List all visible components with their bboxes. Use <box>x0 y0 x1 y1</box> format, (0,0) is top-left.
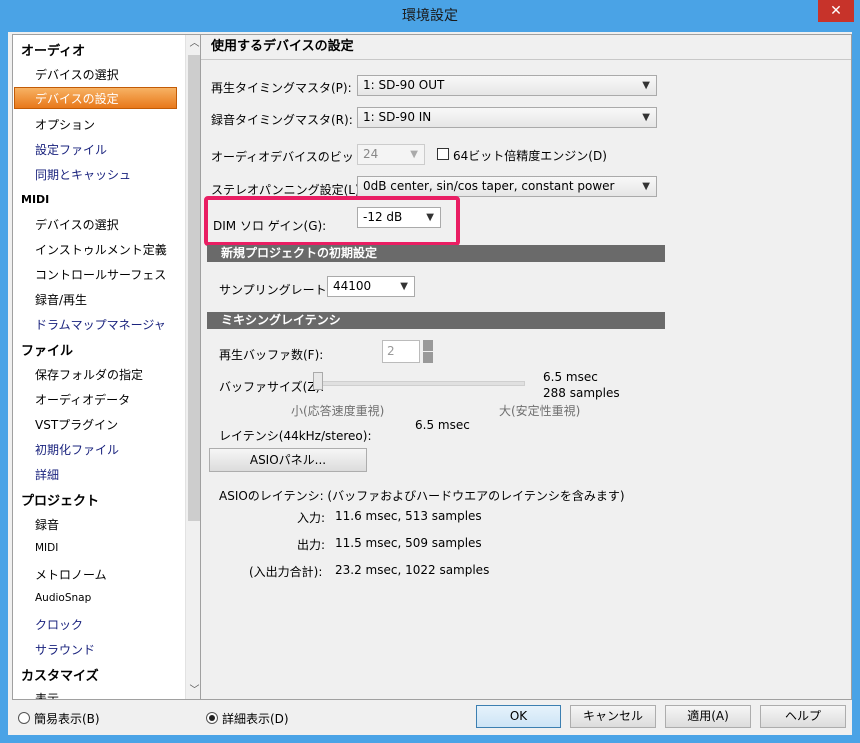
new-project-header-text: 新規プロジェクトの初期設定 <box>221 246 378 260</box>
cancel-button[interactable]: キャンセル <box>570 705 656 728</box>
sidebar-item-vst-plugins[interactable]: VSTプラグイン <box>35 416 118 433</box>
simple-view-radio[interactable] <box>18 712 30 724</box>
dim-solo-value: -12 dB <box>363 210 403 224</box>
section-title: 使用するデバイスの設定 <box>201 35 851 60</box>
apply-button[interactable]: 適用(A) <box>665 705 751 728</box>
slider-min-label: 小(応答速度重視) <box>291 404 385 418</box>
asio-panel-button[interactable]: ASIOパネル... <box>209 448 367 472</box>
latency-label: レイテンシ(44kHz/stereo): <box>219 429 372 443</box>
asio-output-label: 出力: <box>297 538 326 552</box>
section-title-text: 使用するデバイスの設定 <box>211 39 354 54</box>
record-master-label: 録音タイミングマスタ(R): <box>211 113 353 127</box>
buffers-input[interactable]: 2 <box>382 340 420 363</box>
sidebar-item-recording[interactable]: 録音 <box>35 516 59 533</box>
close-button[interactable]: ✕ <box>818 0 854 22</box>
sidebar-item-display[interactable]: 表示 <box>35 690 59 699</box>
scroll-thumb[interactable] <box>188 55 200 521</box>
group-midi[interactable]: MIDI <box>21 193 49 206</box>
preferences-window: 環境設定 ✕ オーディオ デバイスの選択 デバイスの設定 オプション 設定ファイ… <box>0 0 860 743</box>
detail-view-radio[interactable] <box>206 712 218 724</box>
help-button[interactable]: ヘルプ <box>760 705 846 728</box>
sidebar-item-project-midi[interactable]: MIDI <box>35 542 58 554</box>
sidebar-item-sync-cache[interactable]: 同期とキャッシュ <box>35 166 131 183</box>
sidebar-item-instrument-definitions[interactable]: インストゥルメント定義 <box>35 241 167 258</box>
dim-solo-label: DIM ソロ ゲイン(G): <box>213 219 327 233</box>
sample-rate-select[interactable]: 44100 ▼ <box>327 276 415 297</box>
bit-depth-select[interactable]: 24 ▼ <box>357 144 425 165</box>
mixing-latency-header: ミキシングレイテンシ <box>207 312 665 329</box>
bit-depth-value: 24 <box>363 147 379 161</box>
stereo-pan-select[interactable]: 0dB center, sin/cos taper, constant powe… <box>357 176 657 197</box>
spin-down-icon[interactable] <box>423 352 433 363</box>
sidebar-item-metronome[interactable]: メトロノーム <box>35 566 107 583</box>
chevron-down-icon: ▼ <box>400 281 408 292</box>
new-project-header: 新規プロジェクトの初期設定 <box>207 245 665 262</box>
playback-master-label: 再生タイミングマスタ(P): <box>211 81 352 95</box>
buffer-size-slider-thumb[interactable] <box>313 372 323 390</box>
group-customize[interactable]: カスタマイズ <box>21 665 99 684</box>
chevron-down-icon: ▼ <box>426 212 434 223</box>
buffer-samples: 288 samples <box>543 386 620 400</box>
buffer-msec: 6.5 msec <box>543 370 598 384</box>
sidebar-item-surround[interactable]: サラウンド <box>35 641 95 658</box>
playback-master-select[interactable]: 1: SD-90 OUT ▼ <box>357 75 657 96</box>
window-title: 環境設定 <box>402 8 458 24</box>
group-project[interactable]: プロジェクト <box>21 490 99 509</box>
record-master-select[interactable]: 1: SD-90 IN ▼ <box>357 107 657 128</box>
asio-input-value: 11.6 msec, 513 samples <box>335 509 482 523</box>
latency-value: 6.5 msec <box>415 418 470 432</box>
sidebar-item-record-playback[interactable]: 録音/再生 <box>35 291 87 308</box>
title-bar[interactable]: 環境設定 ✕ <box>0 0 860 32</box>
sidebar-item-audio-options[interactable]: オプション <box>35 116 95 133</box>
ok-button[interactable]: OK <box>476 705 561 728</box>
sidebar-item-audiosnap[interactable]: AudioSnap <box>35 592 91 604</box>
sidebar-item-audio-device-select[interactable]: デバイスの選択 <box>35 66 119 83</box>
chevron-down-icon: ▼ <box>642 80 650 91</box>
sidebar-item-drum-map-manager[interactable]: ドラムマップマネージャ <box>35 316 166 333</box>
buffers-label: 再生バッファ数(F): <box>219 348 324 362</box>
record-master-value: 1: SD-90 IN <box>363 110 432 124</box>
spin-up-icon[interactable] <box>423 340 433 351</box>
asio-total-value: 23.2 msec, 1022 samples <box>335 563 490 577</box>
sidebar-item-audio-device-settings[interactable]: デバイスの設定 <box>14 87 177 109</box>
group-audio[interactable]: オーディオ <box>21 40 85 59</box>
asio-output-value: 11.5 msec, 509 samples <box>335 536 482 550</box>
buffer-size-label: バッファサイズ(Z): <box>219 380 325 394</box>
asio-latency-title: ASIOのレイテンシ: (バッファおよびハードウエアのレイテンシを含みます) <box>219 489 625 503</box>
sidebar-item-midi-device-select[interactable]: デバイスの選択 <box>35 216 119 233</box>
playback-master-value: 1: SD-90 OUT <box>363 78 445 92</box>
detail-view-label: 詳細表示(D) <box>222 712 289 726</box>
mixing-latency-header-text: ミキシングレイテンシ <box>221 313 341 327</box>
sidebar-item-control-surfaces[interactable]: コントロールサーフェス <box>35 266 166 283</box>
settings-panel: 使用するデバイスの設定 再生タイミングマスタ(P): 1: SD-90 OUT … <box>200 34 852 700</box>
asio-total-label: (入出力合計): <box>249 565 323 579</box>
dim-solo-select[interactable]: -12 dB ▼ <box>357 207 441 228</box>
category-sidebar: オーディオ デバイスの選択 デバイスの設定 オプション 設定ファイル 同期とキャ… <box>12 34 204 700</box>
sidebar-item-advanced[interactable]: 詳細 <box>35 466 59 483</box>
chevron-down-icon: ▼ <box>410 149 418 160</box>
chevron-down-icon: ▼ <box>642 112 650 123</box>
engine64-label: 64ビット倍精度エンジン(D) <box>453 149 607 163</box>
sidebar-item-label: デバイスの設定 <box>35 92 119 106</box>
sidebar-item-config-file[interactable]: 設定ファイル <box>35 141 107 158</box>
simple-view-label: 簡易表示(B) <box>34 712 100 726</box>
stereo-pan-value: 0dB center, sin/cos taper, constant powe… <box>363 179 615 193</box>
sidebar-item-audio-data[interactable]: オーディオデータ <box>35 391 130 408</box>
buffer-size-slider-track[interactable] <box>319 381 525 386</box>
engine64-checkbox[interactable] <box>437 148 449 160</box>
sidebar-item-init-file[interactable]: 初期化ファイル <box>35 441 119 458</box>
sidebar-item-clock[interactable]: クロック <box>35 616 83 633</box>
asio-input-label: 入力: <box>297 511 326 525</box>
dialog-body: オーディオ デバイスの選択 デバイスの設定 オプション 設定ファイル 同期とキャ… <box>8 32 852 735</box>
group-file[interactable]: ファイル <box>21 340 73 359</box>
chevron-down-icon: ▼ <box>642 181 650 192</box>
slider-max-label: 大(安定性重視) <box>499 404 581 418</box>
sidebar-item-save-folders[interactable]: 保存フォルダの指定 <box>35 366 143 383</box>
sample-rate-value: 44100 <box>333 279 372 293</box>
